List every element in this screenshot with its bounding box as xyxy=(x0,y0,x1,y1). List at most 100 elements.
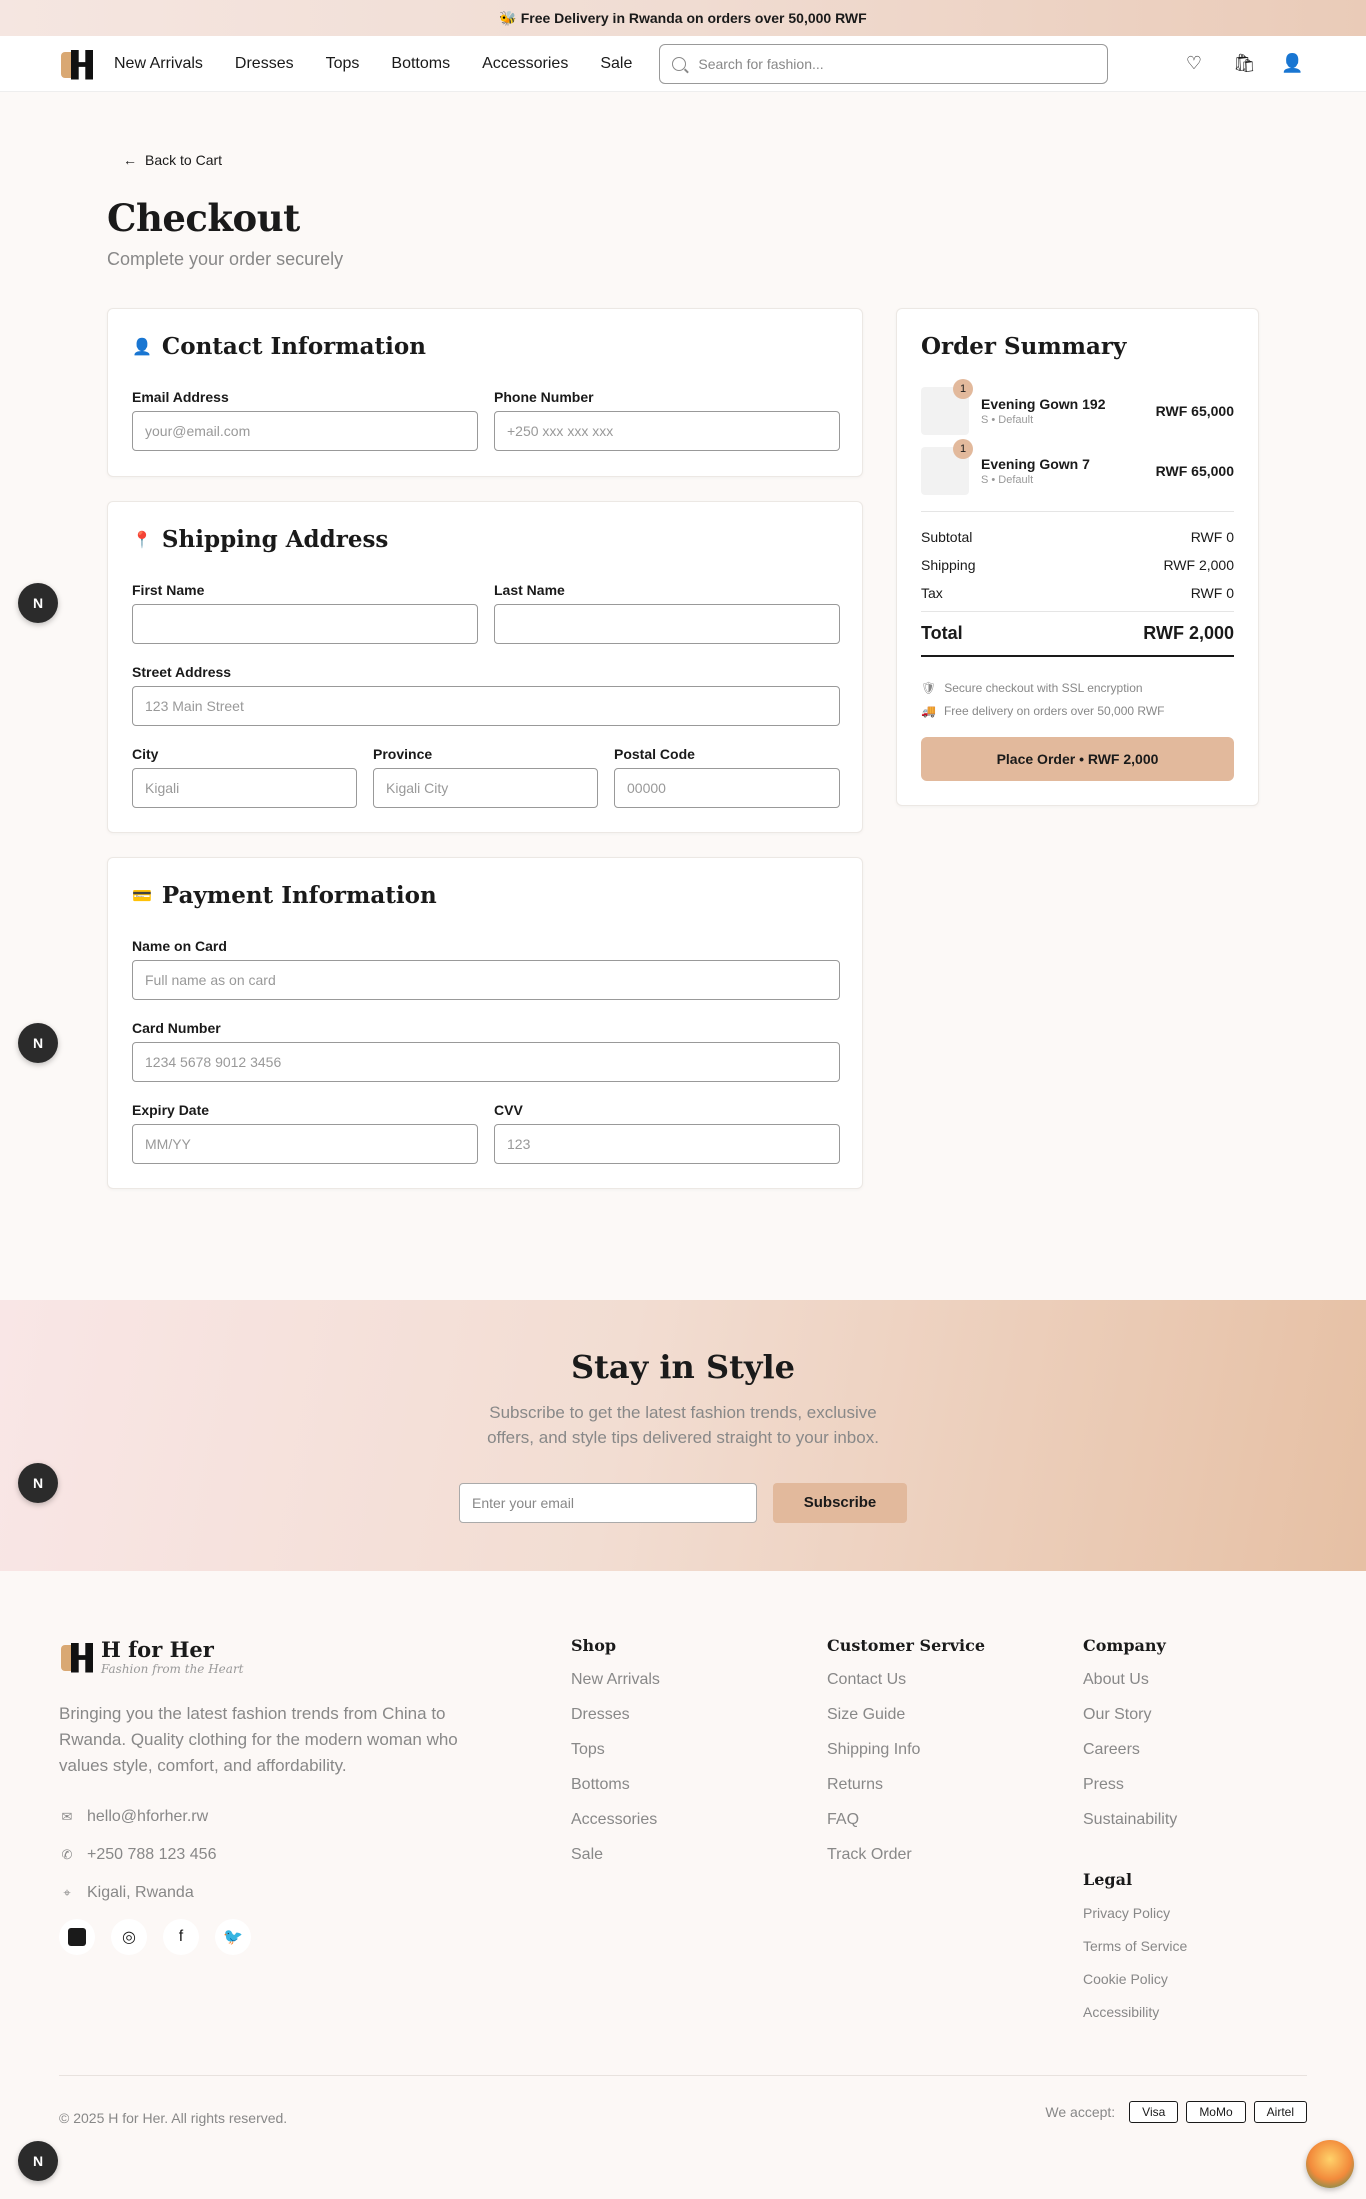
postal-field: Postal Code 00000 xyxy=(614,746,840,808)
phone-input[interactable]: +250 xxx xxx xxx xyxy=(494,411,840,451)
phone-icon: ✆ xyxy=(61,1847,73,1862)
expiry-field: Expiry Date MM/YY xyxy=(132,1102,478,1164)
footer-link[interactable]: Returns xyxy=(827,1776,985,1794)
footer-link[interactable]: Contact Us xyxy=(827,1671,985,1689)
card-name-input[interactable]: Full name as on card xyxy=(132,960,840,1000)
footer-link[interactable]: Careers xyxy=(1083,1741,1177,1759)
email-label: Email Address xyxy=(132,389,229,405)
city-input[interactable]: Kigali xyxy=(132,768,357,808)
nav-sale[interactable]: Sale xyxy=(600,55,632,73)
tax-row: Tax RWF 0 xyxy=(921,585,1234,601)
footer-link[interactable]: Accessories xyxy=(571,1811,660,1829)
shopping-bag-icon[interactable]: 🛍 xyxy=(1233,53,1256,74)
newsletter-section: Stay in Style Subscribe to get the lates… xyxy=(0,1300,1366,1571)
footer-brand[interactable]: H for Her Fashion from the Heart xyxy=(59,1637,244,1676)
province-label: Province xyxy=(373,746,433,762)
footer-link[interactable]: Terms of Service xyxy=(1083,1938,1187,1954)
nav-dresses[interactable]: Dresses xyxy=(235,55,294,73)
footer-phone[interactable]: ✆ +250 788 123 456 xyxy=(59,1846,217,1864)
footer-link[interactable]: FAQ xyxy=(827,1811,985,1829)
first-name-label: First Name xyxy=(132,582,205,598)
card-number-label: Card Number xyxy=(132,1020,221,1036)
province-input[interactable]: Kigali City xyxy=(373,768,598,808)
instagram-icon[interactable]: ◎ xyxy=(111,1919,147,1955)
dev-overlay-button[interactable]: N xyxy=(18,1023,58,1063)
footer-link[interactable]: Shipping Info xyxy=(827,1741,985,1759)
footer-link[interactable]: Dresses xyxy=(571,1706,660,1724)
arrow-left-icon: ← xyxy=(123,152,137,168)
footer-email[interactable]: ✉ hello@hforher.rw xyxy=(59,1808,209,1826)
subscribe-button[interactable]: Subscribe xyxy=(773,1483,907,1523)
footer-link[interactable]: Track Order xyxy=(827,1846,985,1864)
quantity-badge: 1 xyxy=(953,379,973,399)
card-number-field: Card Number 1234 5678 9012 3456 xyxy=(132,1020,840,1082)
nav-tops[interactable]: Tops xyxy=(326,55,360,73)
footer-location: ⌖ Kigali, Rwanda xyxy=(59,1884,193,1902)
province-field: Province Kigali City xyxy=(373,746,598,808)
user-icon: 👤 xyxy=(132,337,152,356)
heart-icon[interactable]: ♡ xyxy=(1185,53,1203,74)
user-icon[interactable]: 👤 xyxy=(1281,53,1303,74)
last-name-input[interactable] xyxy=(494,604,840,644)
tiktok-icon[interactable] xyxy=(59,1919,95,1955)
footer-link[interactable]: Press xyxy=(1083,1776,1177,1794)
site-header: New Arrivals Dresses Tops Bottoms Access… xyxy=(0,36,1366,92)
search-input[interactable]: Search for fashion... xyxy=(659,43,1109,84)
last-name-field: Last Name xyxy=(494,582,840,644)
footer-link[interactable]: About Us xyxy=(1083,1671,1177,1689)
nav-accessories[interactable]: Accessories xyxy=(482,55,568,73)
mail-icon: ✉ xyxy=(61,1809,73,1824)
map-pin-icon: 📍 xyxy=(132,530,152,549)
email-input[interactable]: your@email.com xyxy=(132,411,478,451)
card-number-input[interactable]: 1234 5678 9012 3456 xyxy=(132,1042,840,1082)
footer-link[interactable]: Our Story xyxy=(1083,1706,1177,1724)
contact-title: 👤 Contact Information xyxy=(132,333,426,360)
total-row: Total RWF 2,000 xyxy=(921,623,1234,643)
brand-logo[interactable] xyxy=(59,46,95,82)
company-heading: Company xyxy=(1083,1636,1166,1655)
page-title: Checkout xyxy=(107,196,300,240)
accept-label: We accept: xyxy=(1045,2104,1116,2120)
postal-input[interactable]: 00000 xyxy=(614,768,840,808)
dev-overlay-button[interactable]: N xyxy=(18,583,58,623)
footer-shop-column: Shop New Arrivals Dresses Tops Bottoms A… xyxy=(571,1636,660,1881)
dev-overlay-button[interactable]: N xyxy=(18,1463,58,1503)
back-to-cart-link[interactable]: ← Back to Cart xyxy=(123,152,222,168)
shipping-row: Shipping RWF 2,000 xyxy=(921,557,1234,573)
summary-item: 1 Evening Gown 7 S • Default RWF 65,000 xyxy=(921,439,1234,495)
nav-new-arrivals[interactable]: New Arrivals xyxy=(114,55,203,73)
phone-field: Phone Number +250 xxx xxx xxx xyxy=(494,389,840,451)
footer-link[interactable]: Sale xyxy=(571,1846,660,1864)
footer-link[interactable]: Size Guide xyxy=(827,1706,985,1724)
footer-divider xyxy=(59,2075,1307,2076)
footer-link[interactable]: Privacy Policy xyxy=(1083,1905,1187,1921)
footer-link[interactable]: New Arrivals xyxy=(571,1671,660,1689)
momo-badge: MoMo xyxy=(1186,2101,1246,2123)
footer-link[interactable]: Sustainability xyxy=(1083,1811,1177,1829)
ssl-note: 🛡 Secure checkout with SSL encryption xyxy=(921,681,1143,695)
bee-icon: 🐝 xyxy=(499,9,517,26)
brand-name: H for Her xyxy=(101,1637,214,1662)
footer-link[interactable]: Tops xyxy=(571,1741,660,1759)
first-name-input[interactable] xyxy=(132,604,478,644)
nav-bottoms[interactable]: Bottoms xyxy=(391,55,450,73)
visa-badge: Visa xyxy=(1129,2101,1179,2123)
cvv-input[interactable]: 123 xyxy=(494,1124,840,1164)
street-input[interactable]: 123 Main Street xyxy=(132,686,840,726)
chat-avatar-button[interactable] xyxy=(1306,2140,1354,2188)
place-order-button[interactable]: Place Order • RWF 2,000 xyxy=(921,737,1234,781)
footer-link[interactable]: Bottoms xyxy=(571,1776,660,1794)
dev-overlay-button[interactable]: N xyxy=(18,2141,58,2181)
newsletter-email-input[interactable]: Enter your email xyxy=(459,1483,757,1523)
newsletter-title: Stay in Style xyxy=(571,1348,795,1386)
footer-link[interactable]: Accessibility xyxy=(1083,2004,1187,2020)
footer-link[interactable]: Cookie Policy xyxy=(1083,1971,1187,1987)
twitter-icon[interactable]: 🐦 xyxy=(215,1919,251,1955)
item-thumbnail: 1 xyxy=(921,439,973,495)
facebook-icon[interactable]: f xyxy=(163,1919,199,1955)
expiry-input[interactable]: MM/YY xyxy=(132,1124,478,1164)
delivery-note: 🚚 Free delivery on orders over 50,000 RWF xyxy=(921,704,1165,718)
subtotal-row: Subtotal RWF 0 xyxy=(921,529,1234,545)
item-variant: S • Default xyxy=(981,474,1034,486)
divider xyxy=(921,511,1234,512)
